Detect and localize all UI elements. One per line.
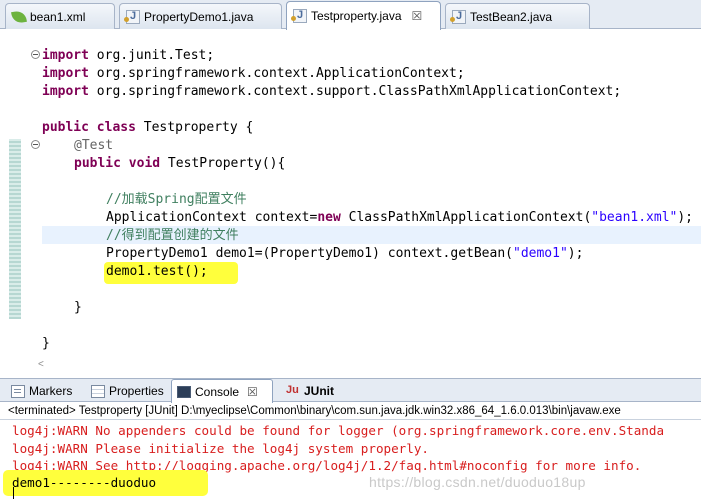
code-line-import: import org.springframework.context.suppo…	[42, 84, 622, 99]
console-warn-line: log4j:WARN No appenders could be found f…	[12, 423, 665, 438]
code-line-close-brace: }	[74, 300, 82, 315]
code-editor[interactable]: import org.junit.Test; import org.spring…	[0, 30, 701, 370]
code-line-getbean: PropertyDemo1 demo1=(PropertyDemo1) cont…	[106, 246, 584, 261]
tab-label: Properties	[109, 384, 164, 398]
code-line-import: import org.junit.Test;	[42, 48, 215, 63]
fold-toggle-icon[interactable]	[31, 50, 40, 59]
fold-toggle-icon[interactable]	[31, 140, 40, 149]
watermark: https://blog.csdn.net/duoduo18up	[369, 474, 586, 490]
tab-testbean2-java[interactable]: TestBean2.java	[445, 3, 590, 29]
java-file-icon	[291, 9, 307, 23]
tab-junit[interactable]: Ju JUnit	[281, 380, 339, 402]
annotation-ruler	[0, 30, 21, 355]
properties-icon	[91, 384, 105, 398]
console-icon	[177, 385, 191, 398]
code-line-comment: //加载Spring配置文件	[106, 192, 247, 207]
code-line-import: import org.springframework.context.Appli…	[42, 66, 465, 81]
scroll-left-arrow-icon[interactable]: <	[38, 359, 44, 370]
tab-propertydemo1-java[interactable]: PropertyDemo1.java	[119, 3, 282, 29]
close-tab-icon[interactable]: ☒	[412, 9, 423, 23]
tab-testproperty-java[interactable]: Testproperty.java ☒	[286, 1, 441, 30]
console-warn-line: log4j:WARN Please initialize the log4j s…	[12, 441, 430, 456]
code-line-call-test: demo1.test();	[106, 264, 208, 279]
code-line-class-decl: public class Testproperty {	[42, 120, 254, 135]
close-tab-icon[interactable]: ☒	[247, 385, 258, 399]
code-line-comment: //得到配置创建的文件	[106, 228, 239, 243]
tab-label: PropertyDemo1.java	[144, 9, 254, 24]
tab-bean1-xml[interactable]: bean1.xml	[5, 3, 115, 29]
java-file-icon	[124, 9, 140, 24]
code-line-context: ApplicationContext context=new ClassPath…	[106, 210, 694, 225]
code-line-close-brace: }	[42, 336, 50, 351]
code-line-method-decl: public void TestProperty(){	[74, 156, 286, 171]
tab-label: bean1.xml	[30, 9, 86, 24]
tab-properties[interactable]: Properties	[86, 380, 169, 402]
spring-leaf-icon	[11, 9, 27, 24]
tab-label: Testproperty.java	[311, 9, 402, 23]
editor-tab-bar: bean1.xml PropertyDemo1.java Testpropert…	[0, 0, 701, 30]
java-file-icon	[450, 9, 466, 24]
tab-console[interactable]: Console ☒	[171, 379, 273, 403]
view-tab-bar: Markers Properties Console ☒ Ju JUnit	[0, 378, 701, 403]
tab-label: JUnit	[304, 384, 334, 398]
tab-label: Markers	[29, 384, 73, 398]
markers-icon	[11, 384, 25, 398]
tab-label: TestBean2.java	[470, 9, 553, 24]
console-output-line: demo1--------duoduo	[12, 475, 157, 490]
code-line-annotation: @Test	[74, 138, 114, 153]
tab-markers[interactable]: Markers	[6, 380, 77, 402]
console-status-header: <terminated> Testproperty [JUnit] D:\mye…	[0, 403, 701, 420]
change-bar	[9, 139, 21, 319]
tab-label: Console	[195, 384, 240, 399]
junit-icon: Ju	[286, 384, 299, 396]
text-cursor	[13, 487, 14, 499]
